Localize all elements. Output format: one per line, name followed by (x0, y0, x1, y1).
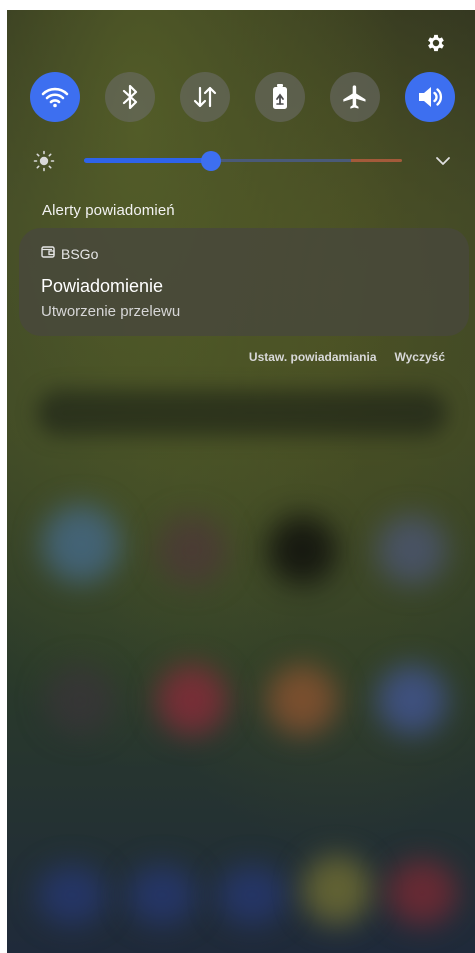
mobile-data-toggle[interactable] (180, 72, 230, 122)
gear-icon[interactable] (425, 32, 447, 54)
speaker-icon (419, 87, 443, 107)
chevron-down-icon[interactable] (433, 152, 453, 170)
brightness-sun-icon (33, 150, 55, 172)
notification-title: Powiadomienie (41, 276, 164, 296)
wifi-icon (41, 87, 69, 108)
bluetooth-icon (122, 84, 138, 110)
notification-shade: Alerty powiadomień BSGo Powiadomienie Ut… (7, 10, 475, 953)
notification-app-header: BSGo (41, 245, 98, 262)
battery-saver-icon (273, 84, 287, 109)
section-title: Alerty powiadomień (42, 202, 175, 219)
wallet-icon (41, 245, 55, 262)
wifi-toggle[interactable] (30, 72, 80, 122)
brightness-fill (84, 158, 212, 163)
brightness-slider[interactable] (7, 150, 475, 172)
notification-body: Utworzenie przelewu (41, 303, 181, 320)
airplane-mode-toggle[interactable] (330, 72, 380, 122)
notification-app-name: BSGo (61, 245, 99, 262)
airplane-icon (343, 85, 366, 109)
clear-all-button[interactable]: Wyczyść (395, 350, 445, 364)
quick-toggles (30, 72, 460, 122)
brightness-thumb[interactable] (201, 151, 222, 171)
sound-toggle[interactable] (405, 72, 455, 122)
bluetooth-toggle[interactable] (105, 72, 155, 122)
data-transfer-icon (193, 86, 217, 108)
power-saving-toggle[interactable] (255, 72, 305, 122)
notification-settings-button[interactable]: Ustaw. powiadamiania (249, 350, 377, 364)
notification-card[interactable]: BSGo Powiadomienie Utworzenie przelewu (19, 228, 469, 336)
notification-actions: Ustaw. powiadamiania Wyczyść (249, 350, 445, 364)
